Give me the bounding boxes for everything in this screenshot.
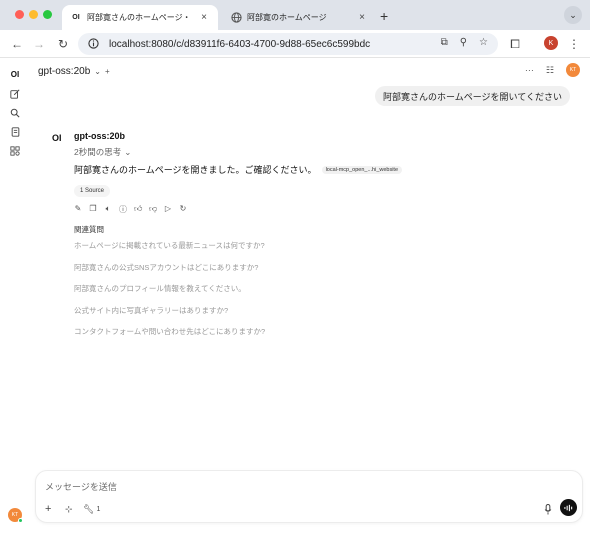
browser-tab[interactable]: 阿部寛のホームページ ×: [224, 5, 374, 30]
minimize-window-button[interactable]: [29, 10, 38, 19]
address-bar[interactable]: localhost:8080/c/d83911f6-6403-4700-9d88…: [78, 33, 498, 55]
browser-profile-avatar[interactable]: K: [544, 36, 558, 50]
tab-title: 阿部寛さんのホームページ・: [87, 13, 191, 22]
bookmark-star-icon[interactable]: ☆: [479, 37, 488, 48]
workspace-grid-icon[interactable]: [8, 144, 22, 158]
notes-icon[interactable]: [8, 125, 22, 139]
chevron-down-icon[interactable]: ⌄: [94, 67, 101, 76]
related-question[interactable]: 公式サイト内に写真ギャラリーはありますか?: [74, 305, 564, 327]
info-icon[interactable]: ⓘ: [119, 204, 127, 215]
add-model-icon[interactable]: +: [105, 67, 110, 76]
tools-count: 1: [96, 505, 101, 513]
voice-mode-waveform-icon[interactable]: [560, 499, 577, 516]
browser-menu-icon[interactable]: ⋮: [565, 35, 583, 53]
related-question[interactable]: 阿部寛さんの公式SNSアカウントはどこにありますか?: [74, 262, 564, 284]
browser-tab-strip: OI 阿部寛さんのホームページ・ × 阿部寛のホームページ × + ⌄: [0, 0, 590, 30]
maximize-window-button[interactable]: [43, 10, 52, 19]
model-name: gpt-oss:20b: [38, 65, 91, 77]
more-options-icon[interactable]: ···: [525, 65, 534, 75]
browser-toolbar: ← → ↻ localhost:8080/c/d83911f6-6403-470…: [0, 30, 590, 58]
controls-sliders-icon[interactable]: ☷: [546, 65, 554, 76]
zoom-icon[interactable]: ⚲: [460, 37, 467, 48]
thinking-toggle[interactable]: 2秒間の思考 ⌄: [74, 146, 564, 158]
sources-button[interactable]: 1 Source: [74, 185, 111, 197]
new-tab-button[interactable]: +: [380, 8, 388, 24]
integrations-icon[interactable]: ⊹: [65, 502, 73, 516]
message-composer[interactable]: メッセージを送信 + ⊹ 🔧︎ 1: [35, 470, 583, 523]
user-avatar[interactable]: KT: [8, 508, 23, 523]
assistant-name: gpt-oss:20b: [74, 131, 126, 141]
edit-pencil-icon[interactable]: ✎: [74, 204, 82, 215]
sidebar: OI KT: [0, 58, 28, 533]
tab-title: 阿部寛のホームページ: [247, 13, 327, 22]
close-window-button[interactable]: [15, 10, 24, 19]
online-status-dot: [18, 518, 23, 523]
user-avatar-header[interactable]: KT: [566, 63, 580, 77]
thumbs-down-icon[interactable]: 👎︎: [149, 204, 157, 215]
openwebui-favicon-icon: OI: [72, 14, 80, 21]
user-initials: KT: [11, 512, 19, 518]
read-aloud-speaker-icon[interactable]: 🔈︎: [104, 204, 112, 215]
related-questions-list: ホームページに掲載されている最新ニュースは何ですか? 阿部寛さんの公式SNSアカ…: [74, 240, 564, 348]
chevron-down-icon: ⌄: [124, 146, 132, 157]
app-logo[interactable]: OI: [8, 67, 22, 81]
continue-play-icon[interactable]: ▷: [164, 204, 172, 215]
close-tab-icon[interactable]: ×: [356, 12, 368, 23]
reload-icon[interactable]: ↻: [54, 35, 72, 53]
site-info-icon[interactable]: [88, 37, 99, 51]
browser-tab-active[interactable]: OI 阿部寛さんのホームページ・ ×: [62, 5, 218, 30]
user-message-bubble: 阿部寛さんのホームページを開いてください: [374, 86, 570, 106]
tab-search-chevron-icon[interactable]: ⌄: [564, 6, 582, 24]
microphone-icon[interactable]: [544, 502, 552, 516]
assistant-reply-text: 阿部寛さんのホームページを開きました。ご確認ください。: [74, 165, 317, 175]
related-questions-title: 関連質問: [74, 225, 104, 234]
chat-app: OI KT gpt-oss:20b ⌄ + ··· ☷ KT 阿部寛さんのホーム…: [0, 58, 590, 533]
wrench-icon: 🔧︎: [83, 503, 95, 514]
forward-arrow-icon[interactable]: →: [30, 35, 48, 53]
model-selector[interactable]: gpt-oss:20b ⌄ +: [38, 63, 110, 79]
related-question[interactable]: 阿部寛さんのプロフィール情報を教えてください。: [74, 283, 564, 305]
message-input[interactable]: メッセージを送信: [45, 480, 117, 493]
assistant-logo: OI: [52, 133, 62, 143]
related-question[interactable]: ホームページに掲載されている最新ニュースは何ですか?: [74, 240, 564, 262]
copy-icon[interactable]: ❐: [89, 204, 97, 215]
extensions-puzzle-icon[interactable]: ⧠: [506, 35, 524, 53]
back-arrow-icon[interactable]: ←: [8, 35, 26, 53]
close-tab-icon[interactable]: ×: [198, 12, 210, 23]
thinking-label: 2秒間の思考: [74, 147, 122, 157]
message-actions: ✎ ❐ 🔈︎ ⓘ 👍︎ 👎︎ ▷ ↻: [74, 204, 564, 215]
thumbs-up-icon[interactable]: 👍︎: [134, 204, 142, 215]
chat-header-actions: ··· ☷ KT: [525, 63, 580, 77]
related-question[interactable]: コンタクトフォームや問い合わせ先はどこにありますか?: [74, 326, 564, 348]
tools-button[interactable]: 🔧︎ 1: [83, 502, 100, 516]
url-text: localhost:8080/c/d83911f6-6403-4700-9d88…: [109, 38, 371, 50]
tool-call-chip[interactable]: local-mcp_open_...hi_website: [321, 165, 403, 174]
new-chat-pencil-icon[interactable]: [8, 87, 22, 101]
regenerate-icon[interactable]: ↻: [179, 204, 187, 215]
search-icon[interactable]: [8, 106, 22, 120]
install-app-icon[interactable]: ⧉: [441, 37, 448, 48]
add-attachment-plus-icon[interactable]: +: [45, 502, 51, 516]
globe-icon: [230, 12, 242, 24]
